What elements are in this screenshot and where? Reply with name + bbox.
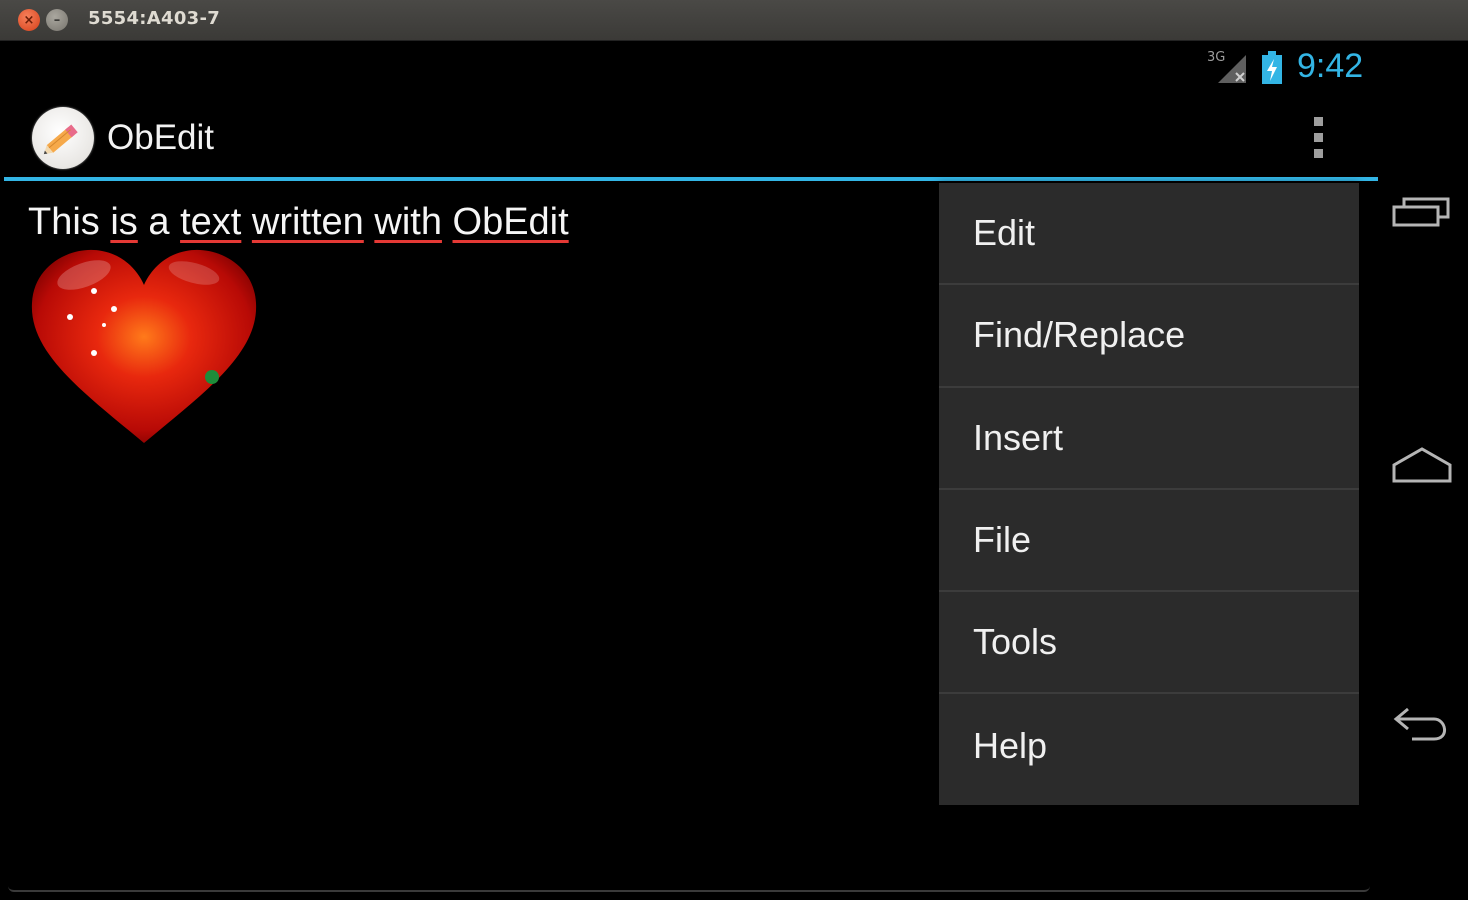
pencil-icon[interactable] (32, 107, 94, 169)
heart-image[interactable] (24, 243, 264, 453)
status-clock: 9:42 (1297, 47, 1364, 85)
menu-item-file[interactable]: File (939, 490, 1359, 593)
device-screen: 3G 9:42 ObEdit This is a text written wi… (4, 41, 1378, 892)
overflow-dot (1314, 149, 1323, 158)
word-underlined: text (180, 201, 242, 243)
document-text[interactable]: This is a text written with ObEdit (28, 201, 569, 244)
window-minimize-button[interactable]: – (46, 9, 68, 31)
word-underlined: is (110, 201, 138, 243)
window-title: 5554:A403-7 (88, 8, 221, 29)
emulator-title-bar: × – 5554:A403-7 (0, 0, 1468, 41)
back-icon[interactable] (1390, 699, 1454, 747)
screen-bottom-edge (8, 884, 1370, 892)
menu-item-tools[interactable]: Tools (939, 592, 1359, 695)
word-underlined: written (251, 201, 364, 243)
menu-item-find-replace[interactable]: Find/Replace (939, 285, 1359, 388)
word: a (148, 201, 170, 243)
navigation-bar (1380, 41, 1468, 892)
word-underlined: ObEdit (452, 201, 569, 243)
menu-item-edit[interactable]: Edit (939, 183, 1359, 286)
app-title: ObEdit (107, 118, 214, 157)
menu-item-help[interactable]: Help (939, 694, 1359, 796)
status-bar: 3G 9:42 (4, 41, 1378, 93)
menu-item-insert[interactable]: Insert (939, 388, 1359, 490)
overflow-dot (1314, 117, 1323, 126)
home-icon[interactable] (1390, 443, 1454, 491)
battery-charging-icon (1262, 51, 1282, 84)
overflow-dot (1314, 133, 1323, 142)
word: This (28, 201, 100, 243)
overflow-menu-icon[interactable] (1302, 111, 1338, 167)
recent-apps-icon[interactable] (1390, 191, 1454, 239)
window-close-button[interactable]: × (18, 9, 40, 31)
signal-icon (1218, 55, 1246, 83)
action-bar: ObEdit (4, 93, 1378, 181)
word-underlined: with (374, 201, 442, 243)
overflow-popup-menu: Edit Find/Replace Insert File Tools Help (939, 183, 1359, 805)
